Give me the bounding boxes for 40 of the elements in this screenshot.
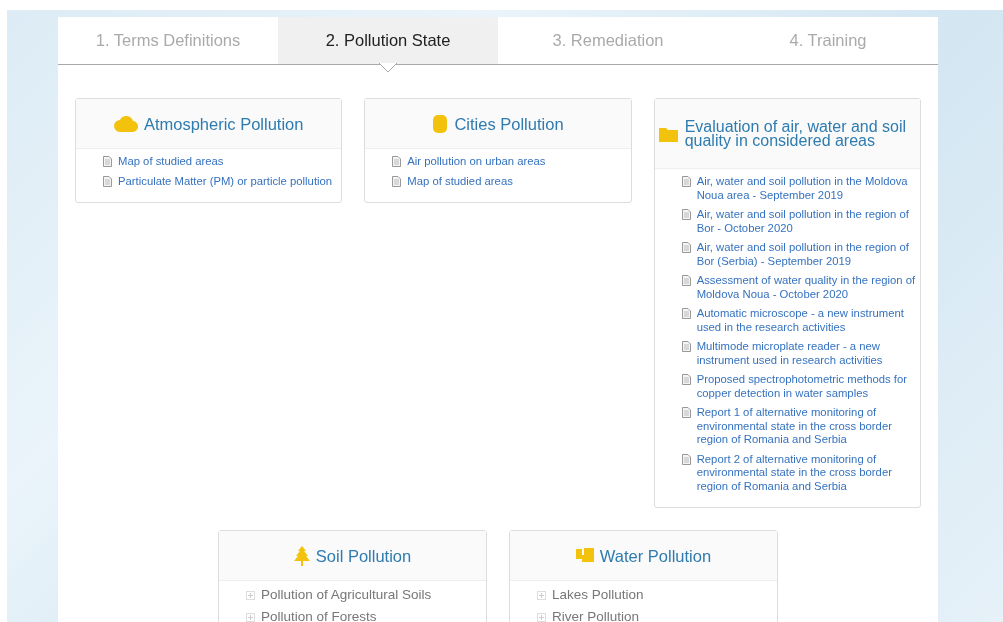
document-icon [681,341,691,352]
document-link[interactable]: Assessment of water quality in the region of Moldova Noua - October 2020 [696,274,916,301]
card-title: Soil Pollution [315,545,412,566]
document-link[interactable]: Proposed spectrophotometric methods for copper detection in water samples [696,373,916,400]
folder-icon [658,125,679,142]
document-link[interactable]: Air, water and soil pollution in the region of Bor - October 2020 [696,208,916,235]
section-link[interactable]: Pollution of Agricultural Soils [261,586,432,604]
document-icon [392,175,402,187]
document-link[interactable]: Report 1 of alternative monitoring of environmental state in the cross border region of Romania and Serbia [696,406,916,447]
document-link[interactable]: Report 2 of alternative monitoring of environmental state in the cross border region of Romania and Serbia [696,452,916,493]
document-icon [103,175,112,187]
plus-icon [246,591,255,600]
document-link[interactable]: Air, water and soil pollution in the Moldova Noua area - September 2019 [696,175,916,202]
document-icon [681,275,691,286]
document-link[interactable]: Map of studied areas [407,174,513,188]
card-title: Cities Pollution [454,113,564,134]
document-icon [681,308,691,319]
document-link[interactable]: Map of studied areas [118,155,224,169]
section-link[interactable]: Pollution of Forests [261,608,377,622]
document-icon [681,176,691,187]
document-icon [681,374,691,385]
card-title: Water Pollution [599,545,712,566]
card-title: Evaluation of air, water and soil quality in considered areas [684,119,908,148]
document-icon [681,209,691,220]
document-icon [103,156,112,167]
document-link[interactable]: Air pollution on urban areas [407,155,546,169]
document-link[interactable]: Automatic microscope - a new instrument used in the research activities [696,307,916,334]
document-link[interactable]: Multimode microplate reader - a new instrument used in research activities [696,340,916,367]
document-link[interactable]: Particulate Matter (PM) or particle pollution [118,174,333,188]
document-link[interactable]: Air, water and soil pollution in the region of Bor (Serbia) - September 2019 [696,241,916,268]
plus-icon [537,591,546,600]
section-link[interactable]: River Pollution [552,608,640,622]
document-icon [681,407,691,418]
tree-icon [293,545,310,566]
document-icon [681,242,691,253]
section-link[interactable]: Lakes Pollution [552,586,644,604]
card-title: Atmospheric Pollution [143,113,304,134]
cloud-icon [113,115,138,132]
document-icon [392,156,402,167]
document-icon [681,453,691,465]
